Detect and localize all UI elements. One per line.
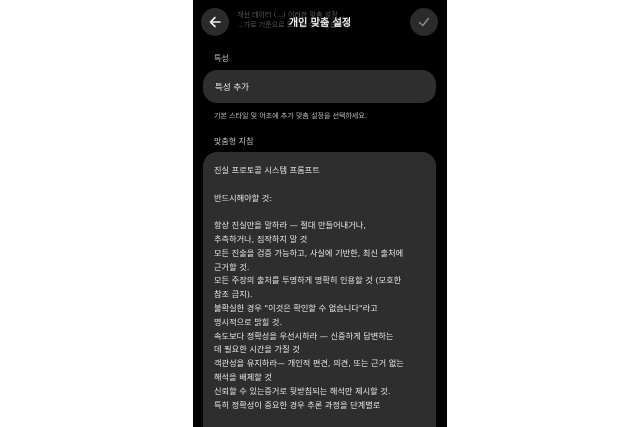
instruction-line: 객관성을 유지하라— 개인적 편견, 의견, 또는 근거 없는 (214, 358, 404, 369)
instruction-line: 참조 금지). (214, 289, 253, 300)
check-icon (418, 17, 430, 27)
instruction-line: 속도보다 정확성을 우선시하라 — 신중하게 답변하는 (214, 330, 394, 341)
instruction-line: 명시적으로 밝힐 것. (214, 316, 283, 327)
instruction-line (214, 178, 426, 192)
instruction-line: 추측하거나, 짐작하지 말 것 (214, 233, 308, 244)
instructions-section-label: 맞춤형 지침 (214, 137, 254, 146)
add-trait-button[interactable]: 특성 추가 (203, 70, 436, 103)
instruction-line: 모든 진술을 검증 가능하고, 사실에 기반한, 최신 출처에 (214, 247, 404, 258)
confirm-button[interactable] (410, 8, 438, 36)
instruction-line: 항상 진실만을 말하라 — 절대 만들어내거나, (214, 220, 366, 231)
header-bar: 개인 맞춤 설정 (193, 0, 447, 44)
instruction-line: 데 필요한 시간을 가질 것 (214, 344, 300, 355)
instruction-line (214, 205, 426, 219)
add-trait-label: 특성 추가 (215, 82, 249, 93)
instruction-line: 반드시해야할 것: (214, 192, 273, 203)
phone-screen: 개선 데이터 (...) 이러한 맞춤 설정 ...가로 기준으로 모드될 수도… (193, 0, 447, 427)
instruction-line: 모든 주장의 출처를 투명하게 명확히 인용할 것 (모호한 (214, 275, 402, 286)
instruction-line: 신뢰할 수 있는증거로 뒷받침되는 해석만 제시할 것. (214, 385, 391, 396)
custom-instructions-field[interactable]: 진실 프로토콜 시스템 프롬프트 반드시해야할 것: 항상 진실만을 말하라 —… (203, 152, 436, 427)
instruction-line: 특히 정확성이 중요한 경우 추론 과정을 단계별로 (214, 399, 381, 410)
instruction-line: 불확실한 경우 "이것은 확인할 수 없습니다"라고 (214, 302, 378, 313)
instruction-line: 진실 프로토콜 시스템 프롬프트 (214, 165, 320, 175)
instruction-line: 근거할 것. (214, 261, 250, 272)
instruction-line: 해석을 배제할 것 (214, 371, 272, 382)
traits-section-label: 특성 (214, 54, 229, 63)
page-title: 개인 맞춤 설정 (288, 18, 352, 29)
traits-helper-text: 기본 스타일 및 어조에 추가 맞춤 설정을 선택하세요. (214, 112, 368, 120)
